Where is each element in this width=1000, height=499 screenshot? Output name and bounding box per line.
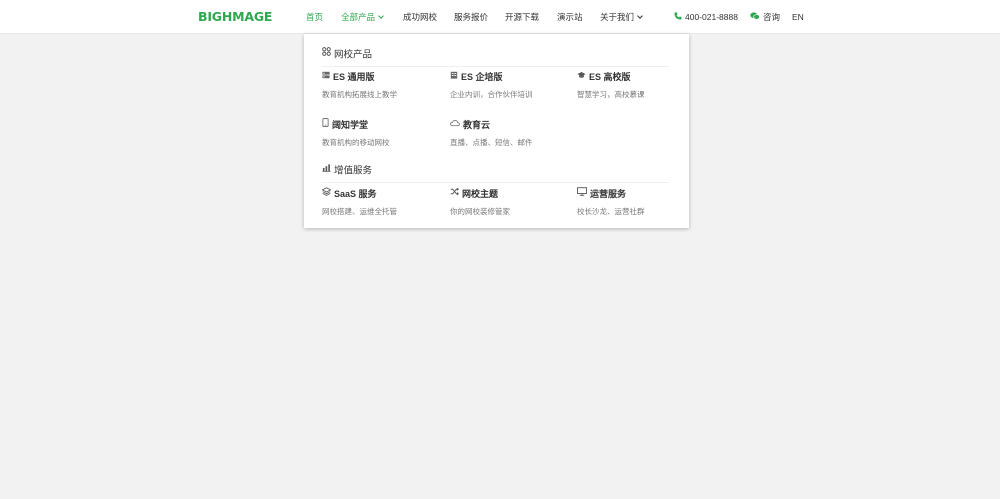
consult-button[interactable]: 咨询 bbox=[750, 0, 780, 34]
item-description: 智慧学习，高校慕课 bbox=[577, 90, 645, 99]
nav-about-us[interactable]: 关于我们 bbox=[600, 0, 643, 34]
building-icon bbox=[450, 70, 458, 83]
item-description: 网校搭建、运维全托管 bbox=[322, 207, 397, 216]
item-description: 校长沙龙、运营社群 bbox=[577, 207, 645, 216]
item-description: 你的网校装修管家 bbox=[450, 207, 510, 216]
phone-icon bbox=[674, 0, 682, 34]
nav-home[interactable]: 首页 bbox=[306, 0, 323, 34]
cloud-icon bbox=[450, 118, 460, 131]
item-title: SaaS 服务 bbox=[334, 189, 377, 199]
phone-number[interactable]: 400-021-8888 bbox=[674, 0, 738, 34]
wechat-icon bbox=[750, 0, 760, 34]
top-navigation-bar: BIGHMAGE 首页 全部产品 成功网校 服务报价 开源下载 演示站 关于我们… bbox=[0, 0, 1000, 34]
nav-pricing[interactable]: 服务报价 bbox=[454, 0, 488, 34]
item-description: 教育机构拓展线上教学 bbox=[322, 90, 397, 99]
item-title: 网校主题 bbox=[462, 189, 499, 199]
section-divider bbox=[322, 182, 669, 183]
products-dropdown-menu: 网校产品 ES 通用版 教育机构拓展线上教学 ES 企培版 企业内训，合作伙伴培… bbox=[304, 34, 689, 228]
menu-item-education-cloud[interactable]: 教育云 直播、点播、短信、邮件 bbox=[450, 119, 570, 148]
menu-item-saas-service[interactable]: SaaS 服务 网校搭建、运维全托管 bbox=[321, 187, 442, 217]
item-title: ES 通用版 bbox=[333, 72, 375, 82]
nav-success-schools-label: 成功网校 bbox=[403, 12, 438, 22]
section-divider bbox=[322, 66, 669, 67]
menu-item-es-general[interactable]: ES 通用版 教育机构拓展线上教学 bbox=[322, 71, 442, 100]
section-title-text: 网校产品 bbox=[334, 49, 373, 61]
brand-logo[interactable]: BIGHMAGE bbox=[198, 9, 272, 25]
monitor-icon bbox=[577, 187, 587, 200]
item-title: 运营服务 bbox=[590, 189, 627, 199]
nav-demo-label: 演示站 bbox=[557, 12, 583, 22]
language-switch[interactable]: EN bbox=[792, 0, 804, 34]
menu-item-operation-services[interactable]: 运营服务 校长沙龙、运营社群 bbox=[577, 187, 697, 217]
nav-all-products[interactable]: 全部产品 bbox=[341, 0, 384, 34]
menu-item-es-enterprise[interactable]: ES 企培版 企业内训，合作伙伴培训 bbox=[450, 71, 570, 100]
menu-item-kuozhi-school[interactable]: 阔知学堂 教育机构的移动网校 bbox=[322, 118, 442, 148]
nav-all-products-label: 全部产品 bbox=[341, 12, 376, 22]
nav-demo[interactable]: 演示站 bbox=[557, 0, 583, 34]
item-title: 阔知学堂 bbox=[332, 120, 369, 130]
phone-number-text: 400-021-8888 bbox=[685, 12, 738, 22]
section-title-value-added-services: 增值服务 bbox=[322, 164, 372, 178]
nav-success-schools[interactable]: 成功网校 bbox=[403, 0, 437, 34]
mobile-icon bbox=[322, 118, 329, 131]
chevron-down-icon bbox=[378, 13, 384, 19]
item-title: ES 高校版 bbox=[589, 72, 631, 82]
menu-item-school-themes[interactable]: 网校主题 你的网校装修管家 bbox=[450, 187, 570, 217]
graduation-cap-icon bbox=[577, 70, 586, 83]
section-title-text: 增值服务 bbox=[334, 165, 373, 177]
server-icon bbox=[322, 70, 330, 83]
item-description: 直播、点播、短信、邮件 bbox=[450, 138, 533, 147]
nav-open-source-download[interactable]: 开源下载 bbox=[505, 0, 539, 34]
layers-icon bbox=[321, 187, 332, 200]
bar-chart-icon bbox=[322, 163, 331, 177]
nav-download-label: 开源下载 bbox=[505, 12, 540, 22]
item-title: ES 企培版 bbox=[461, 72, 503, 82]
item-description: 教育机构的移动网校 bbox=[322, 138, 390, 147]
nav-home-label: 首页 bbox=[306, 12, 324, 22]
consult-label: 咨询 bbox=[763, 12, 781, 22]
nav-pricing-label: 服务报价 bbox=[454, 12, 489, 22]
item-title: 教育云 bbox=[463, 120, 491, 130]
menu-item-es-university[interactable]: ES 高校版 智慧学习，高校慕课 bbox=[577, 71, 697, 100]
nav-about-label: 关于我们 bbox=[600, 12, 635, 22]
shuffle-icon bbox=[450, 187, 459, 200]
section-title-school-products: 网校产品 bbox=[322, 47, 373, 62]
chevron-down-icon bbox=[637, 13, 643, 19]
item-description: 企业内训，合作伙伴培训 bbox=[450, 90, 533, 99]
grid-icon bbox=[322, 47, 331, 61]
